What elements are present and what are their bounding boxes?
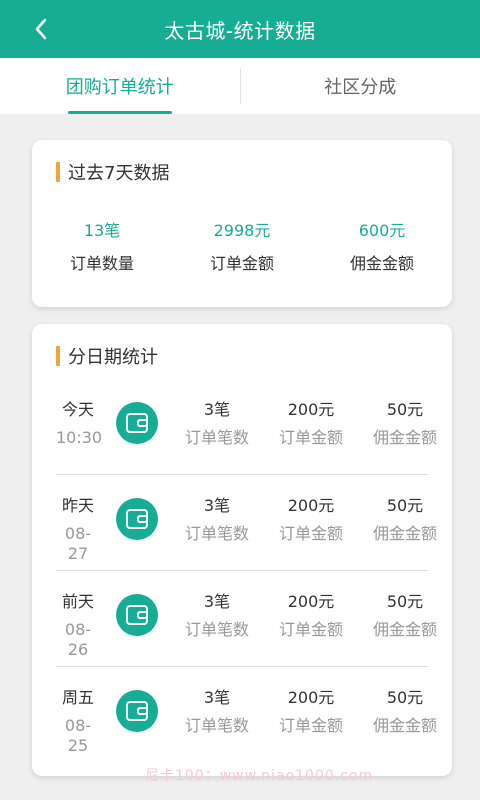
row-count-value: 3笔 — [203, 400, 231, 419]
row-day: 今天 10:30 — [56, 400, 103, 448]
stat-label: 佣金金额 — [349, 254, 414, 273]
row-commission-value: 50元 — [386, 592, 424, 611]
row-amount-value: 200元 — [287, 592, 335, 611]
page-title: 太古城-统计数据 — [164, 18, 316, 43]
stat-order-count: 13笔 订单数量 — [32, 220, 172, 274]
summary-title-text: 过去7天数据 — [68, 163, 170, 184]
tab-community-share[interactable]: 社区分成 — [241, 58, 480, 114]
daily-row[interactable]: 今天 10:30 3笔 订单笔数 200元 订单金额 50元 佣金金额 — [56, 390, 437, 486]
row-commission-value: 50元 — [386, 400, 424, 419]
row-amount-label: 订单金额 — [278, 524, 343, 543]
row-commission: 50元 佣金金额 — [360, 592, 450, 640]
row-divider — [56, 570, 428, 571]
tab-bar: 团购订单统计 社区分成 — [0, 58, 480, 114]
wallet-icon — [116, 402, 158, 444]
row-divider — [56, 474, 428, 475]
row-amount: 200元 订单金额 — [266, 592, 356, 640]
stat-value: 13笔 — [83, 221, 121, 240]
row-divider — [56, 666, 428, 667]
stat-value: 600元 — [358, 221, 406, 240]
row-count-value: 3笔 — [203, 592, 231, 611]
watermark: 尼卡100：www.niao1000.com — [145, 768, 374, 784]
row-commission-label: 佣金金额 — [372, 524, 437, 543]
row-date: 08-27 — [64, 524, 92, 563]
row-commission-value: 50元 — [386, 688, 424, 707]
row-commission-value: 50元 — [386, 496, 424, 515]
row-count-value: 3笔 — [203, 496, 231, 515]
row-count: 3笔 订单笔数 — [172, 688, 262, 736]
daily-row[interactable]: 昨天 08-27 3笔 订单笔数 200元 订单金额 50元 佣金金额 — [56, 486, 437, 582]
summary-stats: 13笔 订单数量 2998元 订单金额 600元 佣金金额 — [32, 220, 452, 274]
row-day: 周五 08-25 — [56, 688, 100, 756]
row-count-label: 订单笔数 — [184, 524, 249, 543]
row-count: 3笔 订单笔数 — [172, 592, 262, 640]
row-date: 08-25 — [64, 716, 92, 755]
stat-commission: 600元 佣金金额 — [312, 220, 452, 274]
row-amount-label: 订单金额 — [278, 716, 343, 735]
back-chevron-icon[interactable] — [28, 15, 56, 43]
row-commission-label: 佣金金额 — [372, 620, 437, 639]
row-day-name: 前天 — [61, 592, 94, 611]
tab-group-order-stats[interactable]: 团购订单统计 — [0, 58, 240, 114]
row-amount: 200元 订单金额 — [266, 688, 356, 736]
row-amount-label: 订单金额 — [278, 620, 343, 639]
app-header: 太古城-统计数据 — [0, 0, 480, 58]
daily-stats-card: 分日期统计 今天 10:30 3笔 订单笔数 200元 订单金额 50元 佣金金… — [32, 324, 452, 776]
title-accent-bar — [56, 346, 60, 366]
row-date: 08-26 — [64, 620, 92, 659]
row-amount: 200元 订单金额 — [266, 400, 356, 448]
row-count: 3笔 订单笔数 — [172, 400, 262, 448]
daily-title-text: 分日期统计 — [68, 347, 158, 368]
row-amount-label: 订单金额 — [278, 428, 343, 447]
wallet-icon — [116, 690, 158, 732]
stat-order-amount: 2998元 订单金额 — [172, 220, 312, 274]
stat-value: 2998元 — [213, 221, 271, 240]
row-day: 昨天 08-27 — [56, 496, 100, 564]
row-amount-value: 200元 — [287, 496, 335, 515]
row-commission: 50元 佣金金额 — [360, 400, 450, 448]
summary-card-title: 过去7天数据 — [56, 162, 170, 184]
row-count-label: 订单笔数 — [184, 620, 249, 639]
wallet-icon — [116, 498, 158, 540]
row-count-value: 3笔 — [203, 688, 231, 707]
stat-label: 订单金额 — [209, 254, 274, 273]
row-count: 3笔 订单笔数 — [172, 496, 262, 544]
row-count-label: 订单笔数 — [184, 716, 249, 735]
row-amount-value: 200元 — [287, 688, 335, 707]
row-count-label: 订单笔数 — [184, 428, 249, 447]
daily-row[interactable]: 前天 08-26 3笔 订单笔数 200元 订单金额 50元 佣金金额 — [56, 582, 437, 678]
row-day-name: 昨天 — [61, 496, 94, 515]
row-day: 前天 08-26 — [56, 592, 100, 660]
row-commission: 50元 佣金金额 — [360, 496, 450, 544]
row-commission-label: 佣金金额 — [372, 428, 437, 447]
wallet-icon — [116, 594, 158, 636]
row-day-name: 今天 — [61, 400, 94, 419]
row-amount: 200元 订单金额 — [266, 496, 356, 544]
daily-card-title: 分日期统计 — [56, 346, 158, 368]
row-commission: 50元 佣金金额 — [360, 688, 450, 736]
title-accent-bar — [56, 162, 60, 182]
row-commission-label: 佣金金额 — [372, 716, 437, 735]
stat-label: 订单数量 — [69, 254, 134, 273]
row-day-name: 周五 — [61, 688, 94, 707]
row-amount-value: 200元 — [287, 400, 335, 419]
row-date: 10:30 — [56, 428, 103, 447]
daily-row[interactable]: 周五 08-25 3笔 订单笔数 200元 订单金额 50元 佣金金额 — [56, 678, 437, 774]
summary-card: 过去7天数据 13笔 订单数量 2998元 订单金额 600元 佣金金额 — [32, 140, 452, 307]
